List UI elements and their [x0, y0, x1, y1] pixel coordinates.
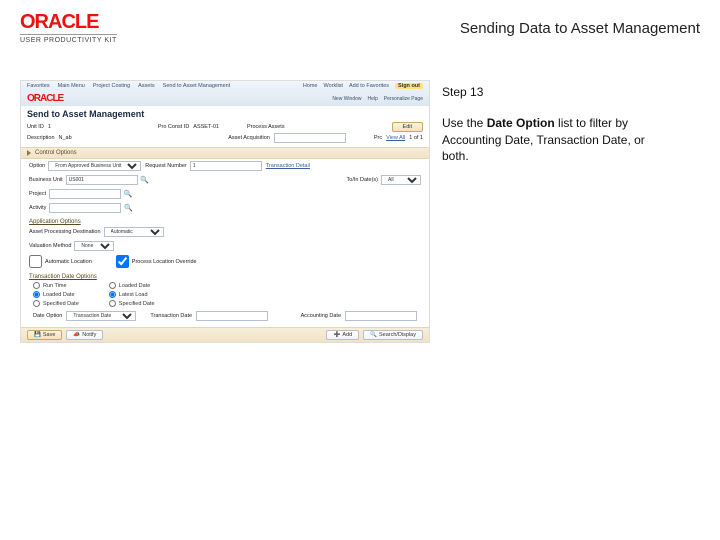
description-value: N_ab — [59, 135, 72, 141]
todate-select[interactable]: All — [381, 175, 421, 185]
dest-label: Asset Processing Destination — [29, 229, 101, 235]
bu-label: Business Unit — [29, 177, 63, 183]
acct-date-input[interactable] — [345, 311, 417, 321]
project-label: Project — [29, 191, 46, 197]
app-footer: 💾 Save 📣 Notify ➕ Add 🔍 Search/Display — [21, 327, 429, 342]
instructions-panel: Step 13 Use the Date Option list to filt… — [442, 80, 662, 165]
option-select[interactable]: From Approved Business Unit — [48, 161, 141, 171]
lookup-icon[interactable]: 🔍 — [124, 190, 132, 198]
txn-date-input[interactable] — [196, 311, 268, 321]
lookup-icon[interactable]: 🔍 — [141, 176, 149, 184]
edit-button[interactable]: Edit — [392, 122, 423, 132]
left-radio-group: Run Time Loaded Date Specified Date — [33, 282, 79, 307]
acq-label: Asset Acquisition — [228, 135, 270, 141]
add-button[interactable]: ➕ Add — [326, 330, 359, 340]
bu-input[interactable] — [66, 175, 138, 185]
app-screenshot: Favorites Main Menu Project Costing Asse… — [20, 80, 430, 343]
autoloc-checkbox[interactable] — [29, 255, 42, 268]
autoloc-label: Automatic Location — [45, 259, 92, 265]
date-option-label: Date Option — [33, 313, 62, 319]
activity-input[interactable] — [49, 203, 121, 213]
lookup-icon[interactable]: 🔍 — [124, 204, 132, 212]
brand-main: ORACLE — [20, 12, 117, 32]
acq-input[interactable] — [274, 133, 346, 143]
menu-link[interactable]: Home — [303, 83, 318, 89]
logobar-link[interactable]: New Window — [332, 96, 361, 102]
dest-select[interactable]: Automatic — [104, 227, 164, 237]
acct-date-label: Accounting Date — [301, 313, 341, 319]
radio-label: Specified Date — [119, 301, 155, 307]
reqseq-input[interactable] — [190, 161, 262, 171]
menu-item[interactable]: Send to Asset Management — [163, 83, 231, 89]
menu-item[interactable]: Assets — [138, 83, 155, 89]
process-assets-label: Process Assets — [247, 124, 285, 130]
signout-button[interactable]: Sign out — [395, 83, 423, 89]
runtime-radio[interactable] — [33, 282, 40, 289]
page-title: Sending Data to Asset Management — [460, 20, 700, 37]
save-button[interactable]: 💾 Save — [27, 330, 62, 340]
search-button[interactable]: 🔍 Search/Display — [363, 330, 423, 340]
view-all-link[interactable]: View All — [386, 135, 405, 141]
control-options-header[interactable]: Control Options — [21, 147, 429, 159]
menu-link[interactable]: Add to Favorites — [349, 83, 389, 89]
valmeth-select[interactable]: None — [74, 241, 114, 251]
prc-label: Prc — [374, 135, 382, 141]
radio-label: Run Time — [43, 283, 67, 289]
activity-label: Activity — [29, 205, 46, 211]
reqseq-label: Request Number — [145, 163, 187, 169]
app-menubar: Favorites Main Menu Project Costing Asse… — [21, 81, 429, 91]
todate-label: To/In Date(s) — [347, 177, 378, 183]
procloc-label: Process Location Override — [132, 259, 197, 265]
description-label: Description — [27, 135, 55, 141]
specifieddate-radio[interactable] — [33, 300, 40, 307]
pager-text: 1 of 1 — [409, 135, 423, 141]
logobar-link[interactable]: Personalize Page — [384, 96, 423, 102]
specifieddate-radio-r[interactable] — [109, 300, 116, 307]
right-radio-group: Loaded Date Latest Load Specified Date — [109, 282, 155, 307]
oracle-upk-brand: ORACLE USER PRODUCTIVITY KIT — [20, 12, 117, 44]
proconst-label: Pro Const ID — [158, 124, 189, 130]
radio-label: Specified Date — [43, 301, 79, 307]
txn-detail-link[interactable]: Transaction Detail — [266, 163, 310, 169]
loadeddate-radio-r[interactable] — [109, 282, 116, 289]
radio-label: Loaded Date — [43, 292, 75, 298]
menu-item[interactable]: Favorites — [27, 83, 50, 89]
step-label: Step 13 — [442, 84, 662, 101]
txn-date-label: Transaction Date — [150, 313, 192, 319]
notify-button[interactable]: 📣 Notify — [66, 330, 103, 340]
instruction-text: Use the Date Option list to filter by Ac… — [442, 115, 662, 165]
application-options-header: Application Options — [21, 215, 429, 225]
collapse-icon — [27, 150, 31, 156]
radio-label: Loaded Date — [119, 283, 151, 289]
proconst-value: ASSET-01 — [193, 124, 219, 130]
menu-item[interactable]: Project Costing — [93, 83, 130, 89]
project-input[interactable] — [49, 189, 121, 199]
date-option-select[interactable]: Transaction Date — [66, 311, 136, 321]
menu-link[interactable]: Worklist — [323, 83, 342, 89]
latestload-radio[interactable] — [109, 291, 116, 298]
unit-id-label: Unit ID — [27, 124, 44, 130]
section-title: Control Options — [35, 150, 77, 156]
app-logobar: ORACLE New Window Help Personalize Page — [21, 91, 429, 106]
valmeth-label: Valuation Method — [29, 243, 71, 249]
procloc-checkbox[interactable] — [116, 255, 129, 268]
radio-label: Latest Load — [119, 292, 148, 298]
loadeddate-radio[interactable] — [33, 291, 40, 298]
unit-id-value: 1 — [48, 124, 51, 130]
transaction-date-options-header: Transaction Date Options — [21, 270, 429, 280]
menu-item[interactable]: Main Menu — [58, 83, 85, 89]
app-page-title: Send to Asset Management — [21, 106, 429, 122]
oracle-logo: ORACLE — [27, 93, 63, 104]
brand-sub: USER PRODUCTIVITY KIT — [20, 34, 117, 44]
logobar-link[interactable]: Help — [368, 96, 378, 102]
option-label: Option — [29, 163, 45, 169]
